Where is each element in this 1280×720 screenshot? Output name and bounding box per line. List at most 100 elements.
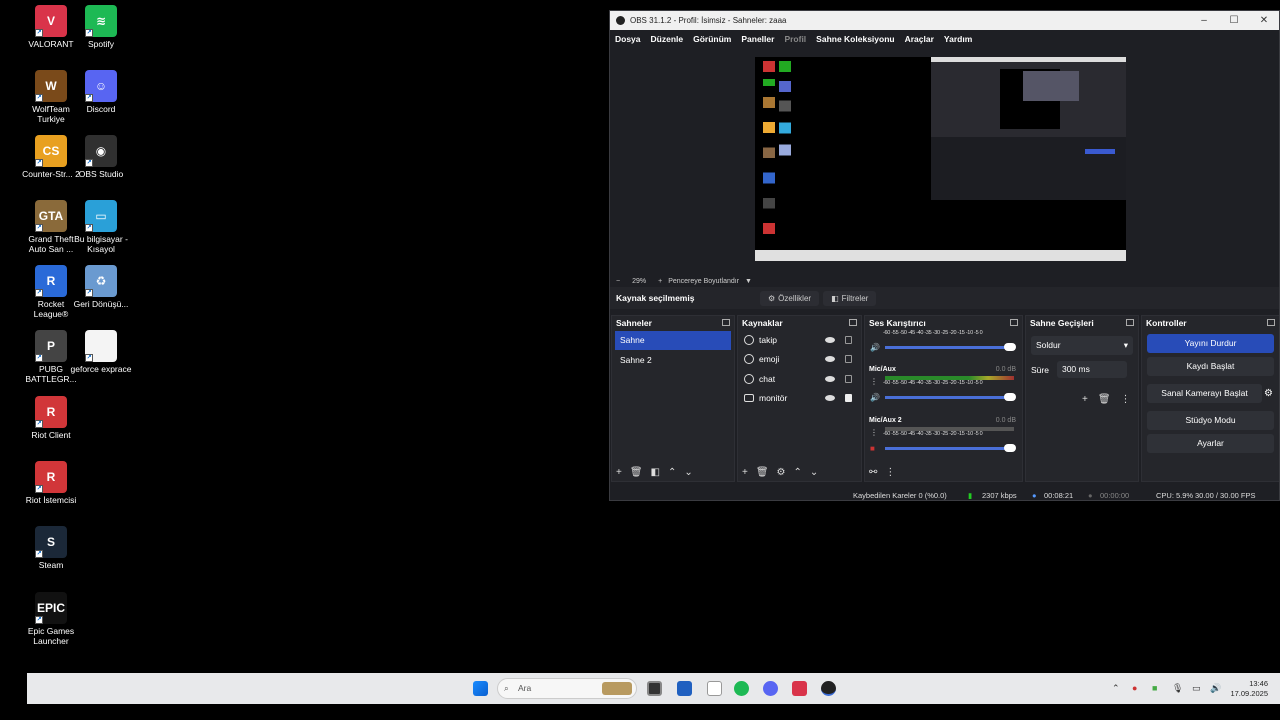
undock-icon[interactable] — [1267, 319, 1275, 326]
desktop-icon[interactable]: ☺ ↗ Discord — [70, 70, 132, 114]
fit-to-window-button[interactable]: Pencereye Boyutlandır — [668, 278, 739, 285]
lock-icon[interactable] — [845, 355, 852, 364]
menu-paneller[interactable]: Paneller — [736, 34, 779, 44]
desktop-icon[interactable]: S ↗ Steam — [20, 526, 82, 570]
menu-duzenle[interactable]: Düzenle — [646, 34, 689, 44]
menu-profil[interactable]: Profil — [779, 34, 811, 44]
windows-start-icon[interactable] — [473, 681, 488, 696]
chevron-down-icon[interactable]: ⌄ — [810, 467, 818, 478]
slider-knob[interactable] — [1004, 444, 1016, 452]
volume-slider[interactable] — [885, 393, 1016, 401]
desktop-icon-label: Riot Client — [31, 430, 71, 440]
monitor-icon[interactable]: ▭ — [1192, 683, 1201, 694]
mic-icon[interactable]: 🎙 — [1172, 683, 1183, 694]
obs-taskbar-icon[interactable] — [821, 681, 836, 696]
maximize-button[interactable]: ☐ — [1219, 11, 1249, 30]
menu-dosya[interactable]: Dosya — [610, 34, 646, 44]
valorant-icon[interactable] — [792, 681, 807, 696]
undock-icon[interactable] — [1010, 319, 1018, 326]
spotify-icon[interactable] — [734, 681, 749, 696]
mute-icon[interactable]: ■ — [870, 444, 878, 453]
chevron-up-icon[interactable]: ⌃ — [794, 467, 802, 478]
trash-icon[interactable]: 🗑 — [1098, 394, 1111, 405]
scene-item[interactable]: Sahne — [615, 331, 731, 350]
chevron-down-icon[interactable]: ⌄ — [684, 467, 692, 478]
zoom-in-button[interactable]: + — [658, 278, 662, 285]
gear-icon[interactable]: ⚙ — [777, 467, 786, 478]
desktop-icon[interactable]: ▭ ↗ Bu bilgisayar - Kısayol — [70, 200, 132, 254]
nvidia-tray-icon[interactable]: ■ — [1152, 683, 1157, 693]
close-button[interactable]: ✕ — [1249, 11, 1279, 30]
studio-mode-button[interactable]: Stüdyo Modu — [1147, 411, 1274, 430]
eye-icon[interactable] — [825, 356, 835, 363]
source-item[interactable]: takip — [738, 330, 861, 350]
volume-icon[interactable]: 🔊 — [870, 343, 880, 352]
desktop-icon[interactable]: R ↗ Riot Client — [20, 396, 82, 440]
volume-icon[interactable]: 🔊 — [1210, 683, 1221, 694]
discord-icon[interactable] — [763, 681, 778, 696]
add-icon[interactable]: + — [616, 467, 622, 478]
add-icon[interactable]: + — [742, 467, 748, 478]
desktop-icon[interactable]: ♻ ↗ Geri Dönüşü... — [70, 265, 132, 309]
eye-icon[interactable] — [825, 395, 835, 402]
desktop-icon[interactable]: ◉ ↗ OBS Studio — [70, 135, 132, 179]
properties-button[interactable]: ⚙ Özellikler — [760, 290, 820, 306]
clock[interactable]: 13:46 17.09.2025 — [1230, 679, 1268, 699]
duration-input[interactable]: 300 ms — [1056, 361, 1127, 378]
minimize-button[interactable]: – — [1189, 11, 1219, 30]
menu-gorunum[interactable]: Görünüm — [688, 34, 736, 44]
store-icon[interactable] — [677, 681, 692, 696]
add-icon[interactable]: + — [1082, 394, 1088, 405]
task-view-icon[interactable] — [647, 681, 662, 696]
transition-select[interactable]: Soldur ▾ — [1031, 336, 1133, 355]
preview-area[interactable] — [610, 48, 1279, 276]
undock-icon[interactable] — [722, 319, 730, 326]
desktop-icon[interactable]: EPIC ↗ Epic Games Launcher — [20, 592, 82, 646]
chevron-down-icon[interactable]: ▼ — [745, 278, 752, 285]
lock-icon[interactable] — [845, 374, 852, 383]
more-icon[interactable]: ⋮ — [870, 377, 878, 386]
lock-icon[interactable] — [845, 394, 852, 403]
controls-header: Kontroller — [1142, 316, 1279, 330]
filters-button[interactable]: ◧ Filtreler — [823, 290, 877, 306]
scene-item[interactable]: Sahne 2 — [615, 351, 731, 370]
undock-icon[interactable] — [1126, 319, 1134, 326]
start-recording-button[interactable]: Kaydı Başlat — [1147, 357, 1274, 376]
desktop-icon[interactable]: ↗ geforce exprace — [70, 330, 132, 374]
menu-yardim[interactable]: Yardım — [939, 34, 977, 44]
chevron-up-icon[interactable]: ⌃ — [668, 467, 676, 478]
menu-sahne-koleksiyonu[interactable]: Sahne Koleksiyonu — [811, 34, 899, 44]
start-virtual-camera-button[interactable]: Sanal Kamerayı Başlat — [1147, 384, 1263, 403]
trash-icon[interactable]: 🗑 — [756, 467, 769, 478]
slider-knob[interactable] — [1004, 393, 1016, 401]
source-item[interactable]: chat — [738, 369, 861, 389]
riot-tray-icon[interactable]: ● — [1132, 683, 1137, 693]
stop-stream-button[interactable]: Yayını Durdur — [1147, 334, 1274, 353]
undock-icon[interactable] — [849, 319, 857, 326]
link-icon[interactable]: ⚯ — [869, 467, 877, 478]
source-item[interactable]: monitör — [738, 389, 861, 409]
file-icon[interactable] — [707, 681, 722, 696]
desktop-icon[interactable]: ≋ ↗ Spotify — [70, 5, 132, 49]
chevron-up-icon[interactable]: ⌃ — [1112, 683, 1120, 694]
more-icon[interactable]: ⋮ — [870, 428, 878, 437]
trash-icon[interactable]: 🗑 — [630, 467, 643, 478]
volume-slider[interactable] — [885, 343, 1016, 351]
search-input[interactable]: ⌕ Ara — [497, 678, 637, 699]
filter-icon[interactable]: ◧ — [651, 467, 660, 478]
eye-icon[interactable] — [825, 336, 835, 343]
zoom-out-button[interactable]: − — [616, 278, 620, 285]
settings-button[interactable]: Ayarlar — [1147, 434, 1274, 453]
volume-slider[interactable] — [885, 444, 1016, 452]
eye-icon[interactable] — [825, 375, 835, 382]
more-icon[interactable]: ⋮ — [885, 467, 895, 478]
volume-icon[interactable]: 🔊 — [870, 393, 880, 402]
lock-icon[interactable] — [845, 335, 852, 344]
preview-canvas[interactable] — [755, 57, 1126, 261]
source-item[interactable]: emoji — [738, 350, 861, 370]
slider-knob[interactable] — [1004, 343, 1016, 351]
menu-araclar[interactable]: Araçlar — [900, 34, 939, 44]
gear-icon[interactable]: ⚙ — [1264, 388, 1273, 399]
desktop-icon[interactable]: R ↗ Riot İstemcisi — [20, 461, 82, 505]
more-icon[interactable]: ⋮ — [1121, 394, 1131, 405]
